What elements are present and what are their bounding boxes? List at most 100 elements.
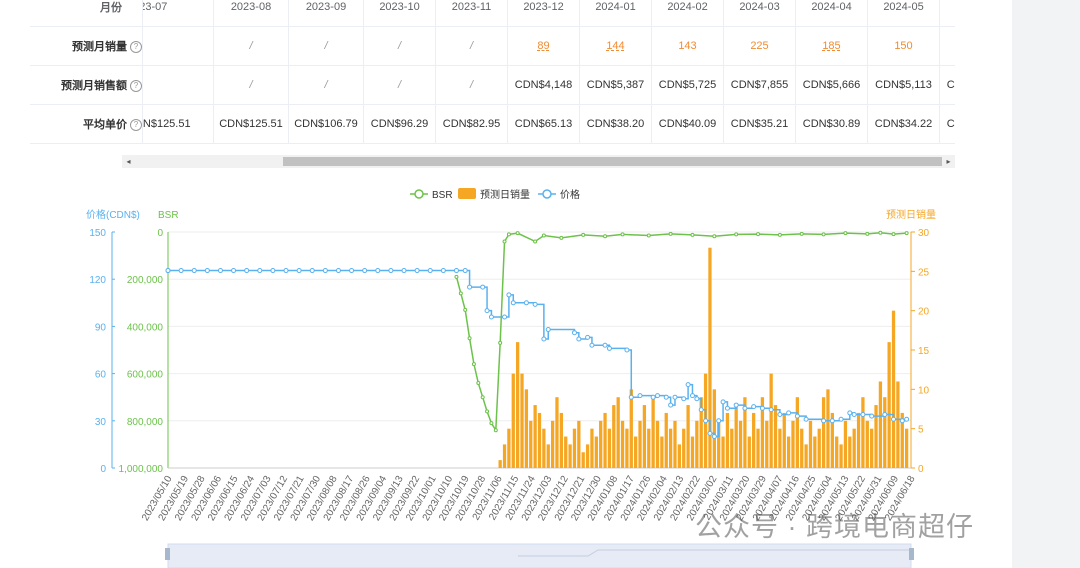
sales-bar — [620, 420, 625, 468]
price-point — [711, 434, 717, 440]
table-grid: 月份2023-072023-082023-092023-102023-11202… — [30, 0, 955, 144]
price-point — [869, 413, 875, 419]
price-point — [480, 284, 486, 290]
bsr-point — [581, 232, 586, 237]
price-tick-label: 30 — [95, 417, 107, 428]
table-horizontal-scrollbar[interactable]: ◂ ▸ — [122, 155, 955, 168]
price-point — [847, 410, 853, 416]
sales-bar — [856, 412, 861, 468]
bsr-point — [506, 232, 511, 237]
table-cell[interactable]: 225 — [723, 26, 796, 66]
price-point — [794, 413, 800, 419]
table-cell: / — [363, 65, 436, 105]
table-cell: CDN$82.95 — [435, 104, 508, 144]
price-point — [309, 268, 315, 274]
table-cell: / — [142, 65, 214, 105]
price-point — [484, 308, 490, 314]
table-cell[interactable]: 144 — [579, 26, 652, 66]
scroll-left-arrow-icon[interactable]: ◂ — [122, 155, 135, 168]
price-point — [637, 393, 643, 399]
table-cell: / — [435, 26, 508, 66]
price-point — [589, 342, 595, 348]
help-icon[interactable]: ? — [130, 119, 142, 132]
sales-bar — [874, 405, 878, 468]
sales-bar — [516, 342, 520, 468]
sales-bar — [677, 444, 681, 468]
row-label: 平均单价? — [30, 104, 143, 144]
sales-tick-label: 5 — [918, 425, 924, 436]
bsr-point — [646, 233, 651, 238]
bsr-tick-label: 400,000 — [127, 322, 164, 333]
scroll-right-arrow-icon[interactable]: ▸ — [942, 155, 955, 168]
price-point — [602, 342, 608, 348]
sales-bar — [891, 310, 896, 468]
sales-bar — [765, 420, 769, 468]
help-icon[interactable]: ? — [130, 80, 142, 93]
sales-bar — [782, 412, 786, 468]
sales-bar — [878, 381, 883, 468]
sales-bar — [577, 420, 581, 468]
legend-sales-label[interactable]: 预测日销量 — [480, 188, 530, 201]
price-tick-label: 60 — [95, 370, 107, 381]
table-cell: / — [213, 65, 289, 105]
table-cell: / — [363, 26, 436, 66]
price-point — [165, 268, 171, 274]
price-point — [624, 347, 630, 353]
price-point — [703, 418, 709, 424]
bsr-tick-label: 800,000 — [127, 417, 164, 428]
row-label-text: 预测月销量 — [72, 41, 127, 53]
sales-bar — [769, 373, 773, 468]
legend-bsr-label[interactable]: BSR — [432, 190, 453, 201]
zoom-handle-left-icon[interactable] — [165, 548, 170, 560]
scrollbar-thumb[interactable] — [283, 157, 942, 166]
table-cell[interactable]: 150 — [867, 26, 940, 66]
legend-bsr-marker-icon — [414, 189, 424, 199]
month-header-cell: 2023-11 — [435, 0, 508, 27]
sales-bar — [826, 389, 830, 468]
sales-bar — [660, 436, 664, 468]
price-point — [803, 416, 809, 422]
price-point — [628, 394, 634, 400]
bsr-point — [476, 381, 481, 386]
bsr-tick-label: 0 — [157, 228, 163, 239]
bsr-tick-label: 1,000,000 — [119, 464, 164, 475]
table-cell[interactable]: 182 — [939, 26, 955, 66]
price-point — [694, 396, 700, 402]
sales-bar — [520, 373, 524, 468]
legend-price-label[interactable]: 价格 — [560, 188, 580, 201]
price-point — [685, 382, 691, 388]
sales-bar — [804, 444, 808, 468]
table-row: 平均单价?CDN$125.51CDN$125.51CDN$106.79CDN$9… — [30, 104, 955, 144]
price-point — [716, 418, 722, 424]
row-label-text: 预测月销售额 — [61, 80, 127, 92]
sales-bar — [887, 342, 891, 468]
table-cell[interactable]: 143 — [651, 26, 724, 66]
sales-tick-label: 20 — [918, 307, 930, 318]
month-header-cell: 2024-06 — [939, 0, 955, 27]
table-cell: CDN$35.21 — [723, 104, 796, 144]
help-icon[interactable]: ? — [130, 41, 142, 54]
sales-bar — [664, 412, 668, 468]
price-point — [821, 418, 827, 424]
sales-bar — [808, 420, 813, 468]
right-gutter — [1012, 0, 1080, 568]
sales-bar — [529, 420, 533, 468]
bsr-point — [756, 232, 761, 237]
chart-legend[interactable]: BSR 预测日销量 价格 — [410, 188, 580, 201]
sales-bar — [533, 405, 537, 468]
table-cell: CDN$96.29 — [363, 104, 436, 144]
table-cell: CDN$30.89 — [795, 104, 868, 144]
bsr-point — [515, 231, 520, 236]
table-cell[interactable]: 89 — [507, 26, 580, 66]
table-cell: CDN$40.09 — [651, 104, 724, 144]
sales-bar — [502, 444, 507, 468]
price-point — [335, 268, 341, 274]
zoom-handle-right-icon[interactable] — [909, 548, 914, 560]
table-cell: / — [435, 65, 508, 105]
sales-bar — [638, 420, 642, 468]
price-point — [606, 345, 612, 351]
row-label-text: 平均单价 — [83, 119, 127, 131]
table-cell[interactable]: 185 — [795, 26, 868, 66]
sales-bar — [651, 397, 655, 468]
bsr-point — [712, 234, 717, 239]
